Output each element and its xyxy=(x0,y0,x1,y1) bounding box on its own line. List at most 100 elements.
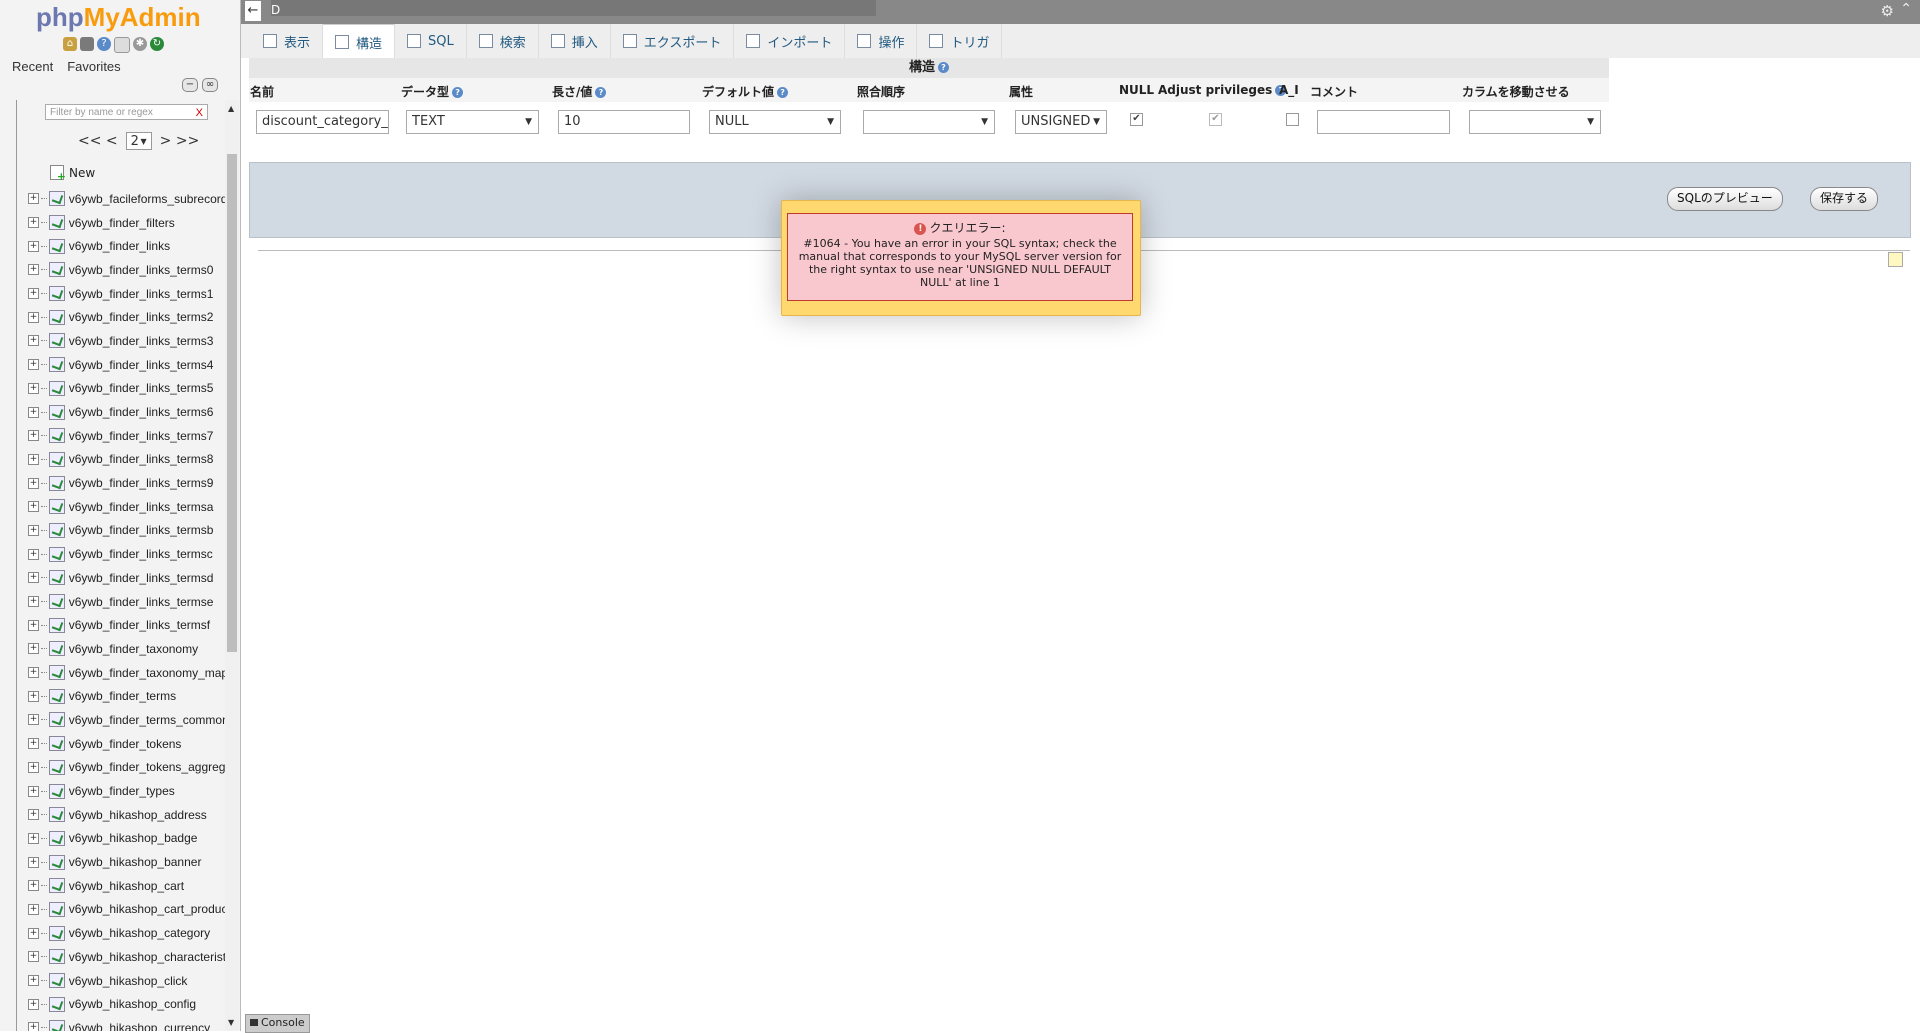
docs-icon[interactable] xyxy=(114,37,130,53)
tab-operations[interactable]: 操作 xyxy=(845,24,918,58)
table-name[interactable]: v6ywb_finder_taxonomy xyxy=(69,642,228,656)
help-icon[interactable]: ? xyxy=(452,87,464,98)
table-name[interactable]: v6ywb_finder_links_termsb xyxy=(69,523,228,537)
table-tree-item[interactable]: + v6ywb_finder_terms xyxy=(28,684,228,708)
tab-insert[interactable]: 挿入 xyxy=(539,24,611,58)
table-name[interactable]: v6ywb_finder_types xyxy=(69,784,228,798)
clear-filter-icon[interactable]: X xyxy=(196,105,203,121)
table-tree-item[interactable]: + v6ywb_finder_taxonomy xyxy=(28,637,228,661)
expand-icon[interactable]: + xyxy=(28,856,39,868)
breadcrumb-server[interactable]: D xyxy=(271,3,280,17)
table-tree-item[interactable]: + v6ywb_hikashop_characterist xyxy=(28,945,228,969)
table-tree-item[interactable]: + v6ywb_finder_links_termsa xyxy=(28,495,228,519)
table-tree-item[interactable]: + v6ywb_finder_links_terms5 xyxy=(28,377,228,401)
expand-icon[interactable]: + xyxy=(28,524,39,536)
table-tree-item[interactable]: + v6ywb_finder_links_terms0 xyxy=(28,258,228,282)
comment-input[interactable] xyxy=(1317,110,1450,134)
expand-icon[interactable]: + xyxy=(28,880,39,892)
table-tree-item[interactable]: + v6ywb_finder_links_terms3 xyxy=(28,329,228,353)
table-name[interactable]: v6ywb_hikashop_banner xyxy=(69,855,228,869)
column-name-input[interactable]: discount_category_id xyxy=(256,110,389,134)
table-tree-item[interactable]: + v6ywb_finder_links_terms1 xyxy=(28,282,228,306)
help-icon[interactable]: ? xyxy=(938,62,949,73)
expand-icon[interactable]: + xyxy=(28,714,39,726)
expand-icon[interactable]: + xyxy=(28,738,39,750)
table-tree-item[interactable]: + v6ywb_finder_links_termsd xyxy=(28,566,228,590)
table-name[interactable]: v6ywb_finder_links_terms7 xyxy=(69,429,228,443)
tab-triggers[interactable]: トリガ xyxy=(917,24,1003,58)
expand-icon[interactable]: + xyxy=(28,596,39,608)
collapse-all-icon[interactable]: − xyxy=(182,78,198,92)
expand-icon[interactable]: + xyxy=(28,903,39,915)
expand-icon[interactable]: + xyxy=(28,619,39,631)
table-tree-item[interactable]: + v6ywb_finder_filters xyxy=(28,211,228,235)
table-name[interactable]: v6ywb_hikashop_currency xyxy=(69,1021,228,1031)
expand-icon[interactable]: + xyxy=(28,761,39,773)
table-tree-item[interactable]: + v6ywb_hikashop_cart_product xyxy=(28,898,228,922)
table-name[interactable]: v6ywb_finder_links_terms1 xyxy=(69,287,228,301)
table-tree-item[interactable]: + v6ywb_hikashop_config xyxy=(28,992,228,1016)
help-icon[interactable]: ? xyxy=(97,37,111,51)
home-icon[interactable]: ⌂ xyxy=(63,37,77,51)
expand-icon[interactable]: + xyxy=(28,809,39,821)
expand-icon[interactable]: + xyxy=(28,832,39,844)
expand-icon[interactable]: + xyxy=(28,335,39,347)
table-name[interactable]: v6ywb_finder_terms xyxy=(69,689,228,703)
null-checkbox[interactable]: ✔ xyxy=(1130,113,1143,126)
table-name[interactable]: v6ywb_finder_links_termsa xyxy=(69,500,228,514)
expand-icon[interactable]: + xyxy=(28,430,39,442)
expand-icon[interactable]: + xyxy=(28,311,39,323)
table-tree-item[interactable]: + v6ywb_finder_links_termsc xyxy=(28,542,228,566)
table-name[interactable]: v6ywb_finder_links_terms5 xyxy=(69,381,228,395)
attributes-select[interactable]: UNSIGNED xyxy=(1015,110,1107,134)
logout-icon[interactable] xyxy=(80,37,94,51)
default-select[interactable]: NULL xyxy=(709,110,841,134)
table-name[interactable]: v6ywb_hikashop_click xyxy=(69,974,228,988)
expand-icon[interactable]: + xyxy=(28,359,39,371)
page-select[interactable]: 2 ▼ xyxy=(125,132,152,150)
table-name[interactable]: v6ywb_finder_tokens xyxy=(69,737,228,751)
table-tree-item[interactable]: + v6ywb_finder_types xyxy=(28,779,228,803)
scroll-up-icon[interactable]: ▲ xyxy=(228,104,234,113)
expand-icon[interactable]: + xyxy=(28,240,39,252)
table-tree-item[interactable]: + v6ywb_finder_links_terms2 xyxy=(28,305,228,329)
expand-icon[interactable]: + xyxy=(28,667,39,679)
expand-icon[interactable]: + xyxy=(28,477,39,489)
expand-icon[interactable]: + xyxy=(28,998,39,1010)
table-name[interactable]: v6ywb_finder_terms_common xyxy=(69,713,228,727)
expand-icon[interactable]: + xyxy=(28,217,39,229)
tab-search[interactable]: 検索 xyxy=(467,24,539,58)
help-icon[interactable]: ? xyxy=(595,87,607,98)
table-name[interactable]: v6ywb_finder_tokens_aggrega xyxy=(69,760,228,774)
expand-icon[interactable]: + xyxy=(28,453,39,465)
table-name[interactable]: v6ywb_finder_links_terms6 xyxy=(69,405,228,419)
table-tree-item[interactable]: + v6ywb_hikashop_category xyxy=(28,921,228,945)
table-tree-item[interactable]: + v6ywb_finder_links_terms8 xyxy=(28,448,228,472)
table-name[interactable]: v6ywb_finder_links_terms9 xyxy=(69,476,228,490)
table-name[interactable]: v6ywb_finder_links_termse xyxy=(69,595,228,609)
table-tree-item[interactable]: + v6ywb_hikashop_banner xyxy=(28,850,228,874)
table-tree-item[interactable]: + v6ywb_hikashop_cart xyxy=(28,874,228,898)
table-name[interactable]: v6ywb_hikashop_cart xyxy=(69,879,228,893)
table-name[interactable]: v6ywb_finder_links_terms8 xyxy=(69,452,228,466)
table-name[interactable]: v6ywb_finder_links_terms4 xyxy=(69,358,228,372)
new-table-item[interactable]: New xyxy=(50,165,95,183)
table-filter-input[interactable]: Filter by name or regex X xyxy=(45,104,208,120)
move-column-select[interactable] xyxy=(1469,110,1601,134)
expand-icon[interactable]: + xyxy=(28,690,39,702)
pager-prev-button[interactable]: << < xyxy=(78,133,118,149)
settings-icon[interactable]: ✱ xyxy=(133,37,147,51)
expand-icon[interactable]: + xyxy=(28,572,39,584)
expand-icon[interactable]: + xyxy=(28,951,39,963)
table-name[interactable]: v6ywb_hikashop_cart_product xyxy=(69,902,228,916)
table-name[interactable]: v6ywb_finder_taxonomy_map xyxy=(69,666,228,680)
save-button[interactable]: 保存する xyxy=(1810,187,1879,211)
tab-export[interactable]: エクスポート xyxy=(611,24,735,58)
preview-sql-button[interactable]: SQLのプレビュー xyxy=(1667,187,1783,211)
expand-icon[interactable]: + xyxy=(28,548,39,560)
table-tree-item[interactable]: + v6ywb_hikashop_address xyxy=(28,803,228,827)
collation-select[interactable] xyxy=(863,110,995,134)
gear-icon[interactable]: ⚙ xyxy=(1881,2,1894,20)
table-tree-item[interactable]: + v6ywb_finder_links_terms9 xyxy=(28,471,228,495)
table-name[interactable]: v6ywb_finder_links_terms0 xyxy=(69,263,228,277)
